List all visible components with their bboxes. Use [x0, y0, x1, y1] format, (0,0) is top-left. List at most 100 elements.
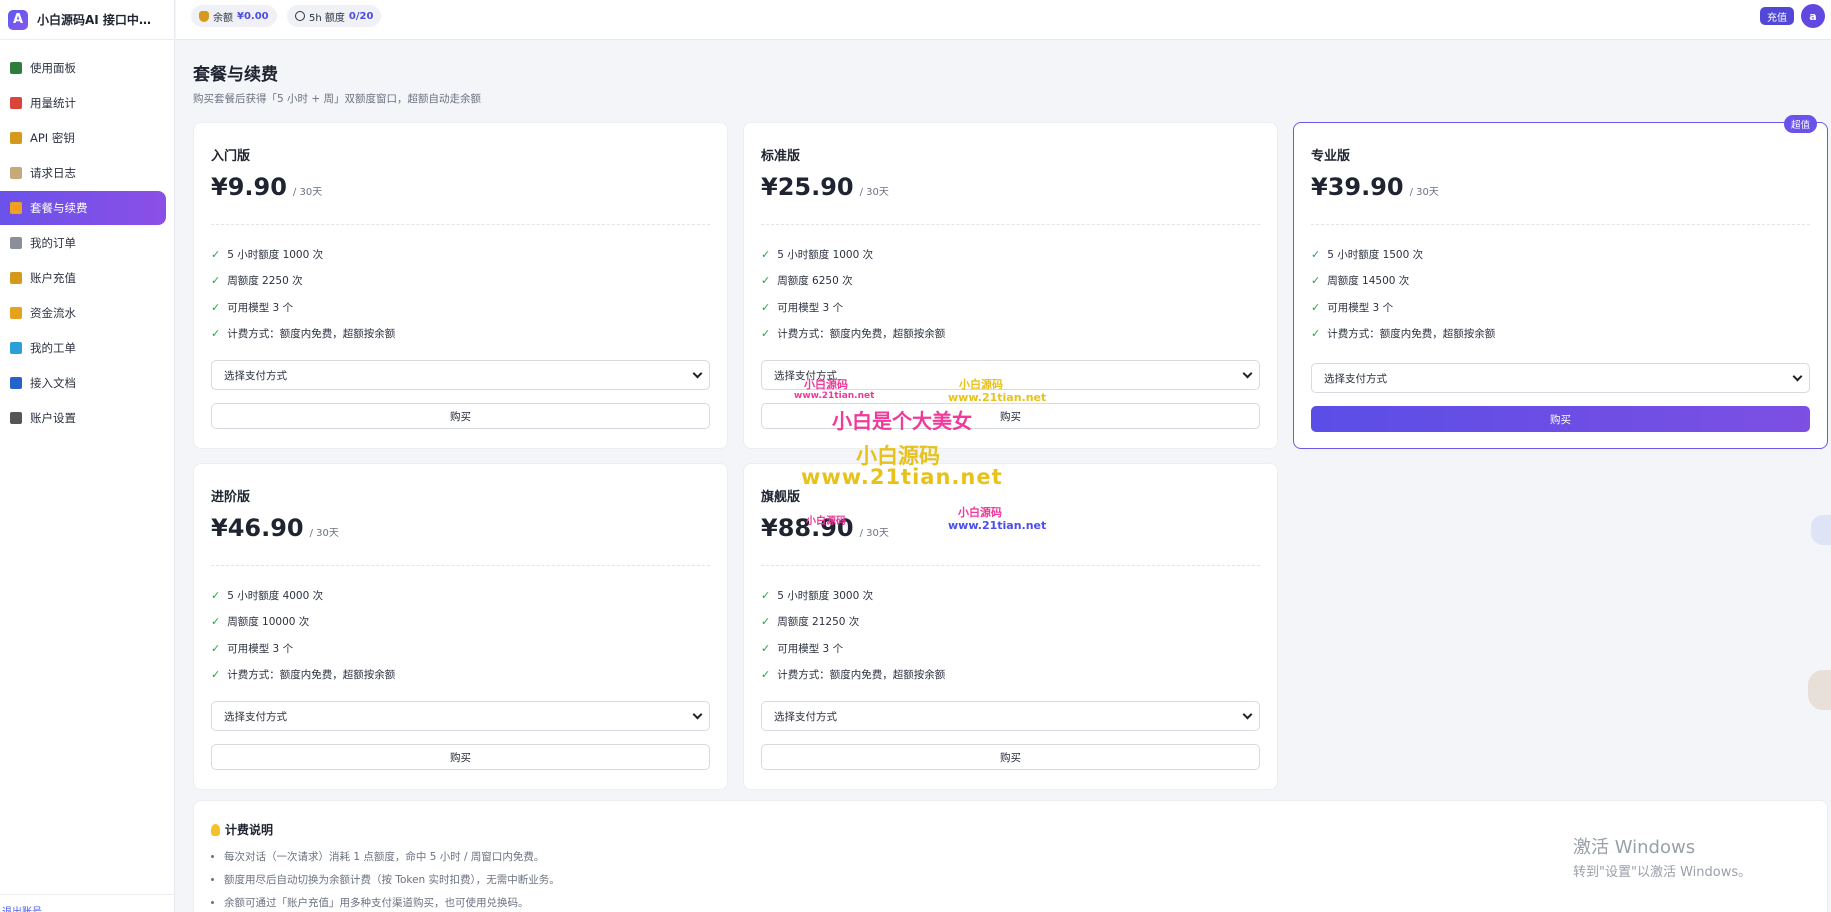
- windows-activation-notice: 激活 Windows 转到"设置"以激活 Windows。: [1573, 833, 1751, 880]
- feature-text: 周额度 14500 次: [1327, 275, 1410, 288]
- payment-method-select[interactable]: 选择支付方式: [761, 701, 1260, 731]
- sidebar-item-label: API 密钥: [30, 131, 75, 145]
- sidebar-item[interactable]: 我的工单: [0, 331, 166, 365]
- billing-note: 余额可通过「账户充值」用多种支付渠道购买，也可使用兑换码。: [224, 895, 560, 912]
- billing-note: 每次对话（一次请求）消耗 1 点额度，命中 5 小时 / 周窗口内免费。: [224, 849, 560, 872]
- checkmark-icon: ✓: [211, 247, 221, 261]
- checkmark-icon: ✓: [211, 300, 221, 314]
- chevron-down-icon: [1242, 368, 1253, 378]
- balance-pill[interactable]: 余额 ¥0.00: [191, 5, 277, 27]
- plan-card: 标准版 ¥25.90 / 30天 ✓ 5 小时额度 1000 次 ✓ 周额度 6250…: [743, 122, 1278, 449]
- page-subtitle: 购买套餐后获得「5 小时 + 周」双额度窗口，超额自动走余额: [193, 93, 481, 105]
- chevron-down-icon: [1242, 709, 1253, 719]
- key-icon: [10, 132, 22, 144]
- plan-period: / 30天: [859, 528, 889, 539]
- plan-card: 入门版 ¥9.90 / 30天 ✓ 5 小时额度 1000 次 ✓ 周额度 2250 …: [193, 122, 728, 449]
- quota-pill[interactable]: 5h 额度 0/20: [287, 5, 382, 27]
- plan-period: / 30天: [1409, 187, 1439, 198]
- checkmark-icon: ✓: [761, 274, 771, 288]
- price-row: ¥88.90 / 30天: [761, 514, 889, 542]
- checkmark-icon: ✓: [761, 327, 771, 341]
- logout-link[interactable]: 退出账号: [0, 894, 175, 912]
- sidebar-item[interactable]: 接入文档: [0, 366, 166, 400]
- windows-activation-title: 激活 Windows: [1573, 837, 1696, 858]
- plan-name: 旗舰版: [761, 490, 801, 505]
- buy-button[interactable]: 购买: [211, 744, 710, 770]
- plan-price: ¥46.90: [211, 514, 304, 542]
- feature-text: 周额度 10000 次: [227, 616, 310, 629]
- feature-item: ✓ 可用模型 3 个: [211, 294, 395, 321]
- chart-icon: [10, 62, 22, 74]
- billing-title: 计费说明: [211, 821, 273, 838]
- divider: [1311, 224, 1810, 225]
- plan-name: 专业版: [1311, 149, 1351, 164]
- trend-icon: [10, 97, 22, 109]
- price-row: ¥9.90 / 30天: [211, 173, 322, 201]
- buy-button[interactable]: 购买: [761, 744, 1260, 770]
- moneybag-icon: [199, 10, 209, 22]
- sidebar-item[interactable]: 资金流水: [0, 296, 166, 330]
- recharge-button[interactable]: 充值: [1760, 7, 1794, 25]
- plan-period: / 30天: [292, 187, 323, 198]
- sidebar-item[interactable]: API 密钥: [0, 121, 166, 155]
- book-icon: [10, 377, 22, 389]
- quota-value: 0/20: [348, 10, 374, 22]
- plan-price: ¥39.90: [1311, 173, 1404, 201]
- price-row: ¥39.90 / 30天: [1311, 173, 1439, 201]
- buy-button[interactable]: 购买: [761, 403, 1260, 429]
- buy-button[interactable]: 购买: [1311, 406, 1810, 432]
- payment-method-select[interactable]: 选择支付方式: [1311, 363, 1810, 393]
- sidebar-item[interactable]: 请求日志: [0, 156, 166, 190]
- sidebar-item[interactable]: 我的订单: [0, 226, 166, 260]
- feature-text: 5 小时额度 1000 次: [227, 248, 324, 261]
- sidebar-item-label: 接入文档: [30, 376, 76, 390]
- scroll-icon: [10, 167, 22, 179]
- plan-card: 超值专业版 ¥39.90 / 30天 ✓ 5 小时额度 1500 次 ✓ 周额度 14…: [1293, 115, 1828, 449]
- feature-item: ✓ 周额度 6250 次: [761, 268, 945, 295]
- side-drawer-tab[interactable]: [1811, 515, 1831, 545]
- sidebar-item-label: 我的工单: [30, 341, 76, 355]
- feature-item: ✓ 5 小时额度 3000 次: [761, 582, 945, 609]
- divider: [211, 224, 710, 225]
- payment-method-value: 选择支付方式: [774, 369, 837, 382]
- checkmark-icon: ✓: [211, 668, 221, 682]
- feature-item: ✓ 可用模型 3 个: [211, 635, 395, 662]
- sidebar-item[interactable]: 套餐与续费: [0, 191, 166, 225]
- feature-item: ✓ 可用模型 3 个: [761, 635, 945, 662]
- checkmark-icon: ✓: [211, 641, 221, 655]
- payment-method-select[interactable]: 选择支付方式: [211, 701, 710, 731]
- billing-note: 额度用尽后自动切换为余额计费（按 Token 实时扣费），无需中断业务。: [224, 872, 560, 895]
- feature-item: ✓ 计费方式：额度内免费，超额按余额: [761, 662, 945, 689]
- avatar[interactable]: a: [1801, 4, 1825, 28]
- windows-activation-hint: 转到"设置"以激活 Windows。: [1573, 865, 1752, 880]
- plan-card: 进阶版 ¥46.90 / 30天 ✓ 5 小时额度 4000 次 ✓ 周额度 1000…: [193, 463, 728, 790]
- checkmark-icon: ✓: [761, 300, 771, 314]
- assistant-avatar[interactable]: [1808, 670, 1831, 710]
- buy-button[interactable]: 购买: [211, 403, 710, 429]
- sidebar-item[interactable]: 账户充值: [0, 261, 166, 295]
- feature-item: ✓ 周额度 21250 次: [761, 609, 945, 636]
- featured-badge: 超值: [1783, 115, 1817, 133]
- feature-list: ✓ 5 小时额度 1000 次 ✓ 周额度 6250 次 ✓ 可用模型 3 个 ✓ 计费方式：…: [761, 241, 945, 347]
- divider: [211, 565, 710, 566]
- feature-list: ✓ 5 小时额度 1500 次 ✓ 周额度 14500 次 ✓ 可用模型 3 个 ✓ 计费方式…: [1311, 241, 1495, 347]
- feature-item: ✓ 可用模型 3 个: [761, 294, 945, 321]
- sidebar-item[interactable]: 使用面板: [0, 51, 166, 85]
- billing-list: 每次对话（一次请求）消耗 1 点额度，命中 5 小时 / 周窗口内免费。 额度用…: [224, 849, 560, 912]
- balance-value: ¥0.00: [237, 10, 269, 22]
- brand[interactable]: A 小白源码AI 接口中转...: [0, 0, 174, 40]
- sidebar-item[interactable]: 账户设置: [0, 401, 166, 435]
- feature-text: 5 小时额度 3000 次: [777, 589, 874, 602]
- payment-method-value: 选择支付方式: [774, 710, 837, 723]
- sidebar-item-label: 请求日志: [30, 166, 76, 180]
- payment-method-select[interactable]: 选择支付方式: [211, 360, 710, 390]
- feature-item: ✓ 5 小时额度 1000 次: [761, 241, 945, 268]
- checkmark-icon: ✓: [211, 615, 221, 629]
- divider: [761, 224, 1260, 225]
- sidebar-item-label: 账户设置: [30, 411, 76, 425]
- plan-card: 旗舰版 ¥88.90 / 30天 ✓ 5 小时额度 3000 次 ✓ 周额度 2125…: [743, 463, 1278, 790]
- payment-method-value: 选择支付方式: [224, 369, 287, 382]
- checkmark-icon: ✓: [761, 615, 771, 629]
- sidebar-item[interactable]: 用量统计: [0, 86, 166, 120]
- payment-method-select[interactable]: 选择支付方式: [761, 360, 1260, 390]
